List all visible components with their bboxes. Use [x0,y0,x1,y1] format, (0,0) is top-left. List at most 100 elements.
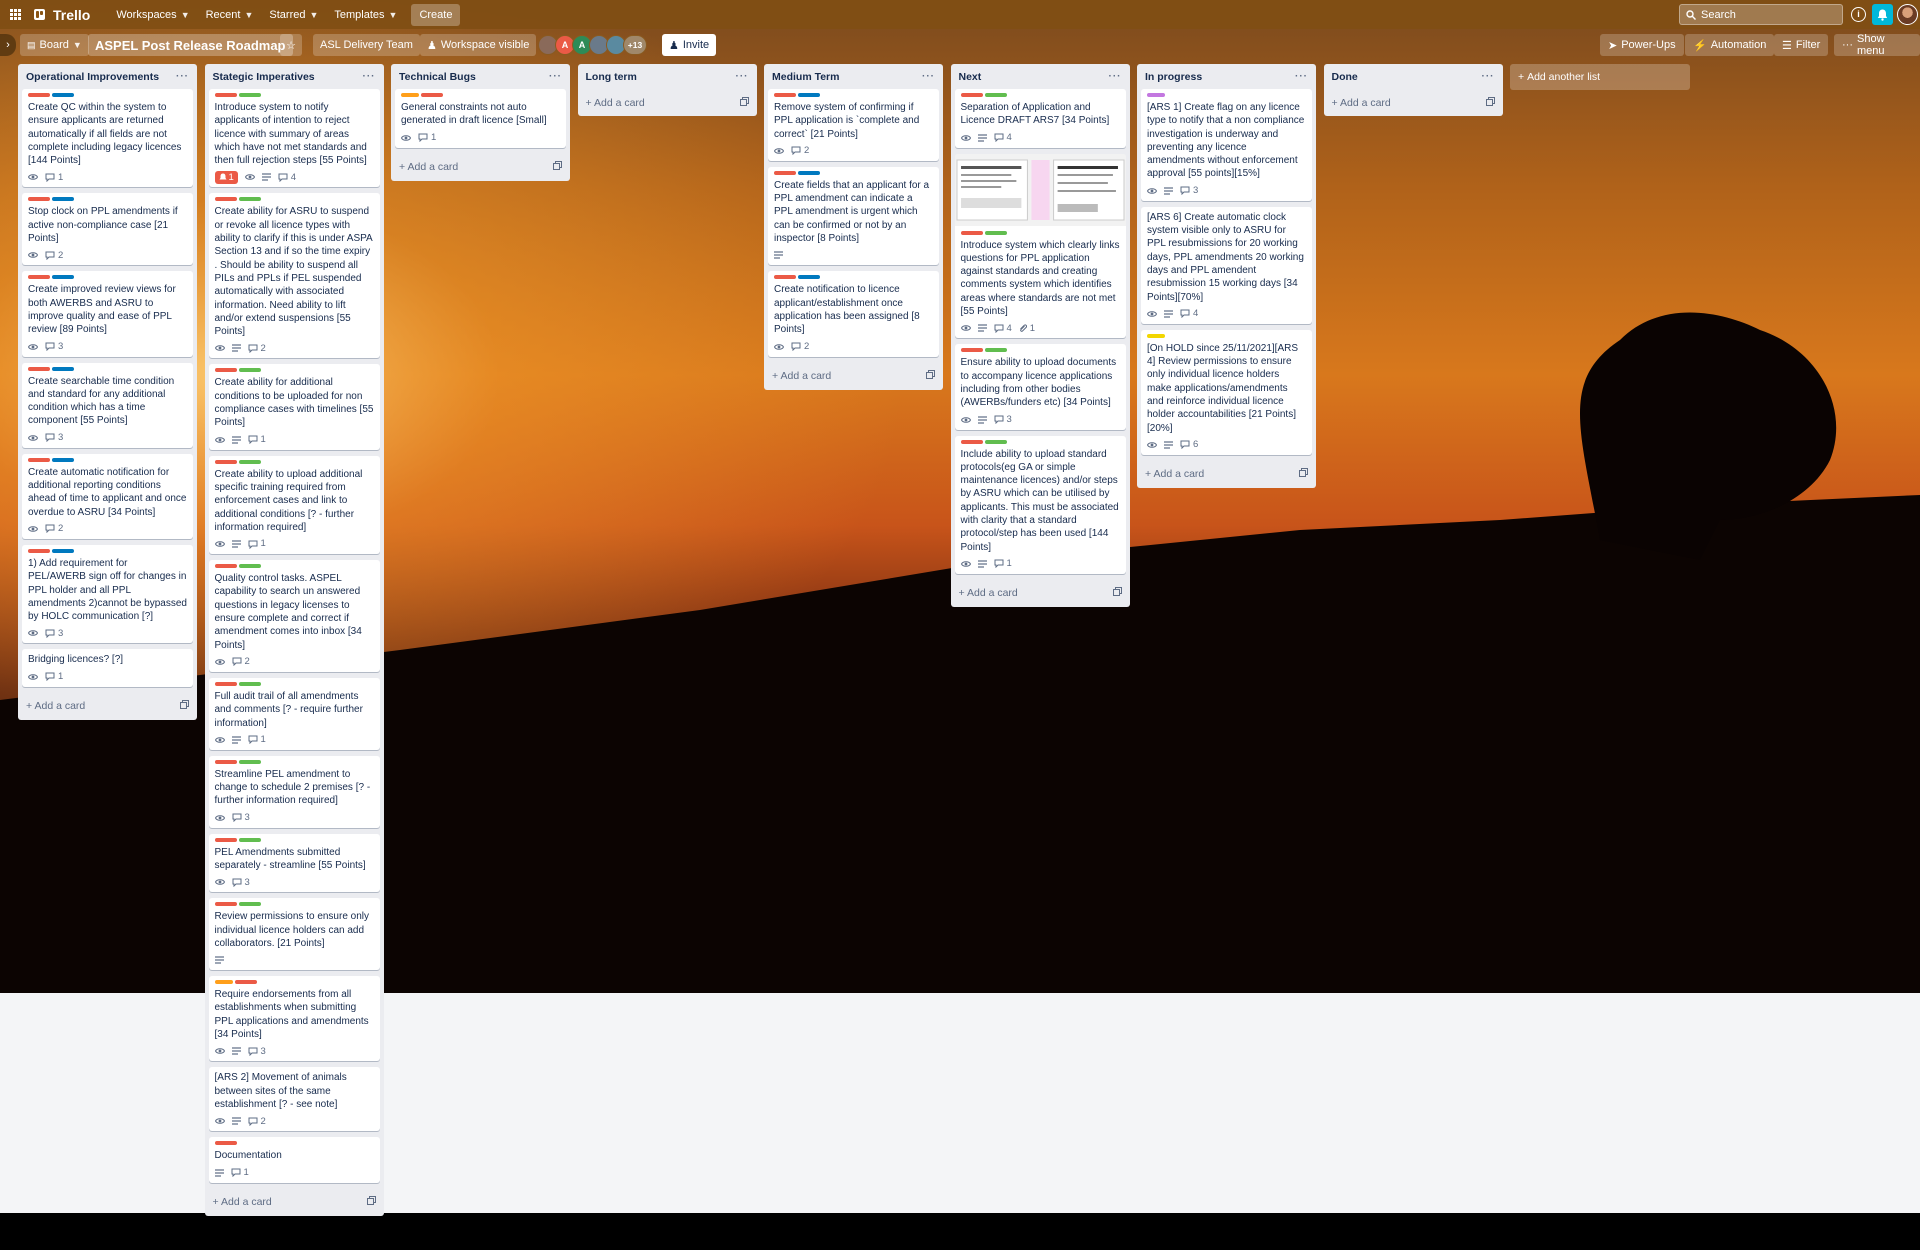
card[interactable]: Create ability for additional conditions… [208,364,380,450]
label-red[interactable] [28,93,50,97]
card[interactable]: Bridging licences? [?] 1 [22,649,193,687]
add-card-button[interactable]: + Add a card [22,693,193,720]
label-red[interactable] [421,93,443,97]
card[interactable]: [ARS 6] Create automatic clock system vi… [1141,206,1312,324]
card[interactable]: Create ability to upload additional spec… [208,455,380,555]
search-input[interactable] [1701,8,1831,21]
label-blue[interactable] [798,275,820,280]
label-blue[interactable] [52,548,74,553]
app-switcher-icon[interactable] [4,4,26,26]
label-red[interactable] [28,275,50,280]
label-red[interactable] [28,197,50,202]
label-green[interactable] [984,348,1007,353]
create-from-template-icon[interactable] [1299,468,1308,480]
label-red[interactable] [28,457,50,462]
label-green[interactable] [238,564,261,569]
card[interactable]: Create ability for ASRU to suspend or re… [208,193,380,359]
card[interactable]: General constraints not auto generated i… [395,89,566,148]
label-green[interactable] [984,439,1007,444]
card[interactable]: Introduce system to notify applicants of… [208,89,380,188]
menu-workspaces[interactable]: Workspaces ▼ [108,4,197,26]
label-green[interactable] [984,230,1007,235]
card[interactable]: Remove system of confirming if PPL appli… [768,89,939,161]
card[interactable]: Streamline PEL amendment to change to sc… [208,755,380,828]
card[interactable]: Require endorsements from all establishm… [208,976,380,1062]
board-title[interactable]: ASPEL Post Release Roadmap [88,34,293,56]
label-green[interactable] [238,93,261,97]
card[interactable]: Full audit trail of all amendments and c… [208,677,380,750]
label-green[interactable] [238,902,261,907]
label-blue[interactable] [52,93,74,97]
label-red[interactable] [28,366,50,371]
card[interactable]: Separation of Application and Licence DR… [954,89,1126,148]
card[interactable]: Create searchable time condition and sta… [22,362,193,448]
list-title[interactable]: Stategic Imperatives [213,71,315,83]
label-red[interactable] [214,197,237,202]
label-blue[interactable] [798,93,820,97]
label-blue[interactable] [798,170,820,175]
create-from-template-icon[interactable] [1485,96,1495,109]
sidebar-expand-chevron-icon[interactable]: › [0,34,16,56]
label-red[interactable] [960,348,983,353]
add-card-button[interactable]: + Add a card [955,580,1126,607]
list-menu-icon[interactable]: ··· [1295,71,1308,82]
info-icon[interactable]: i [1851,7,1866,22]
workspace-team-button[interactable]: ASL Delivery Team [313,34,420,56]
label-red[interactable] [214,902,237,907]
list-title[interactable]: Technical Bugs [399,71,476,83]
label-blue[interactable] [52,197,74,202]
list-menu-icon[interactable]: ··· [549,71,562,82]
label-red[interactable] [214,564,237,569]
label-red[interactable] [214,1141,237,1146]
card[interactable]: Review permissions to ensure only indivi… [208,898,380,971]
list-menu-icon[interactable]: ··· [176,71,189,82]
menu-starred[interactable]: Starred ▼ [261,4,326,26]
list-menu-icon[interactable]: ··· [363,71,376,82]
label-orange[interactable] [401,93,419,97]
label-red[interactable] [960,230,983,235]
label-purple[interactable] [1147,93,1165,97]
label-red[interactable] [774,170,796,175]
label-red[interactable] [214,681,237,686]
label-blue[interactable] [52,457,74,462]
list-menu-icon[interactable]: ··· [736,71,749,82]
create-from-template-icon[interactable] [180,700,189,712]
list-title[interactable]: Next [959,71,982,83]
list-title[interactable]: Medium Term [772,71,839,83]
visibility-button[interactable]: ♟ Workspace visible [420,34,537,56]
notifications-bell-icon[interactable] [1872,4,1893,25]
add-card-button[interactable]: + Add a card [1328,89,1499,116]
card[interactable]: Documentation 1 [208,1137,380,1183]
create-from-template-icon[interactable] [366,1196,376,1208]
label-green[interactable] [984,93,1007,97]
card[interactable]: [ARS 2] Movement of animals between site… [208,1067,380,1132]
card[interactable]: Create fields that an applicant for a PP… [768,166,939,266]
label-green[interactable] [238,837,261,842]
label-yellow[interactable] [1147,333,1165,338]
card[interactable]: Introduce system which clearly links que… [954,153,1126,339]
search-box[interactable] [1679,4,1843,25]
card[interactable]: [ARS 1] Create flag on any licence type … [1141,89,1312,201]
label-red[interactable] [960,93,983,97]
list-title[interactable]: Done [1332,71,1358,83]
card[interactable]: Create notification to licence applicant… [768,271,939,357]
label-green[interactable] [238,197,261,202]
invite-button[interactable]: ♟ Invite [662,34,717,56]
create-from-template-icon[interactable] [926,370,935,382]
list-menu-icon[interactable]: ··· [1482,71,1495,82]
label-orange[interactable] [214,980,233,985]
label-red[interactable] [214,459,237,464]
add-list-button[interactable]: + Add another list [1510,64,1690,90]
add-card-button[interactable]: + Add a card [768,363,939,390]
label-green[interactable] [238,681,261,686]
card[interactable]: 1) Add requirement for PEL/AWERB sign of… [22,544,193,644]
more-members-count[interactable]: +13 [623,35,647,55]
label-red[interactable] [214,368,237,373]
card[interactable]: Include ability to upload standard proto… [954,435,1126,574]
label-red[interactable] [960,439,983,444]
label-blue[interactable] [52,366,74,371]
menu-recent[interactable]: Recent ▼ [198,4,262,26]
list-title[interactable]: In progress [1145,71,1202,83]
create-from-template-icon[interactable] [739,96,749,109]
card[interactable]: Ensure ability to upload documents to ac… [954,344,1126,430]
